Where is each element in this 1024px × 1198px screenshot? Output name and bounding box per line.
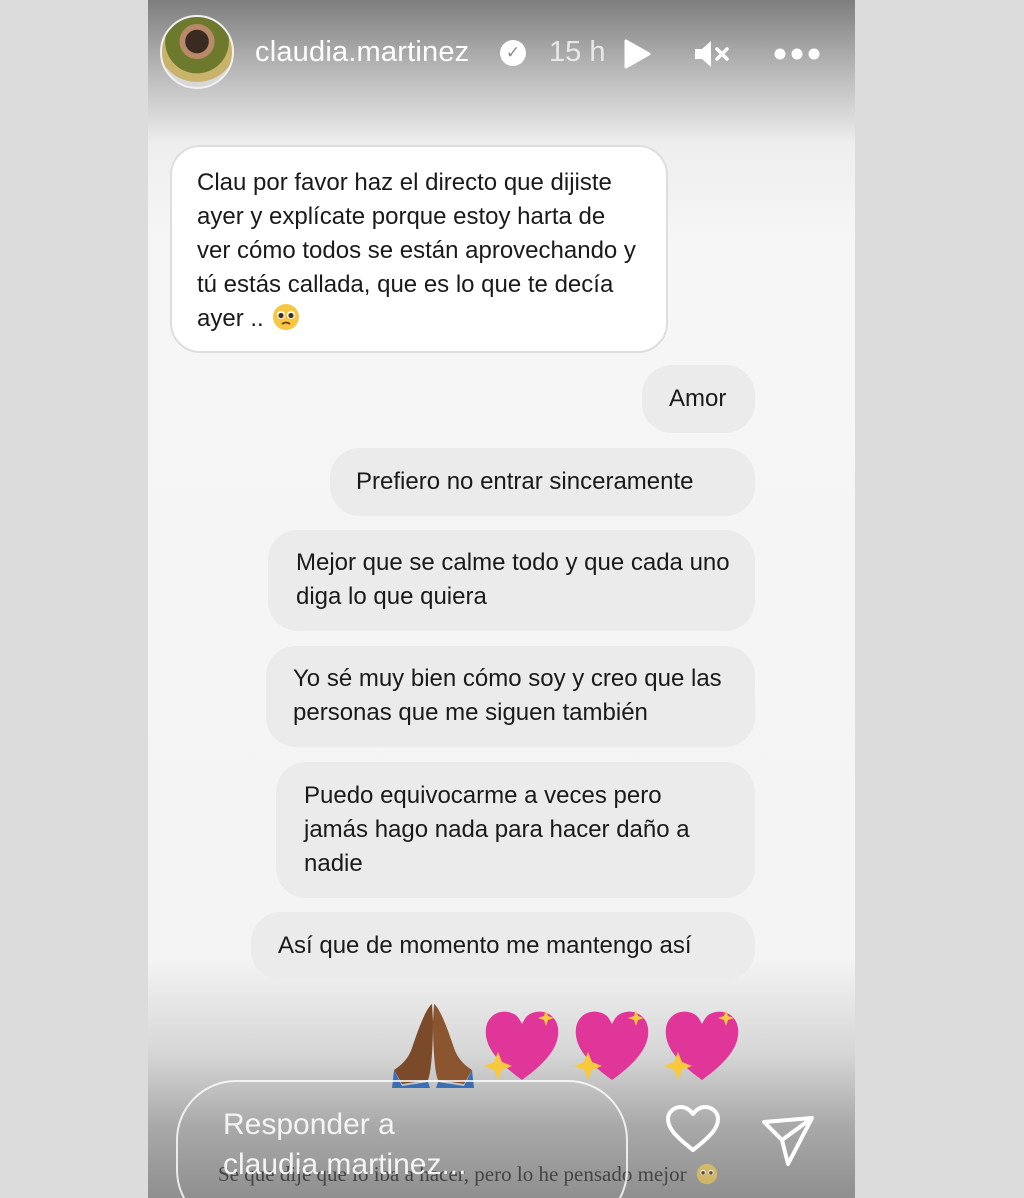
post-time: 15 h: [549, 36, 606, 68]
right-background: [855, 0, 1024, 1198]
avatar[interactable]: [160, 15, 234, 89]
praying-hands-icon: [392, 1004, 474, 1088]
reply-target: claudia.martinez...: [223, 1148, 467, 1181]
message-text: Puedo equivocarme a veces pero jamás hag…: [304, 782, 690, 877]
message-bubble-sent: Puedo equivocarme a veces pero jamás hag…: [276, 762, 755, 898]
message-text: Mejor que se calme todo y que cada uno d…: [296, 549, 730, 610]
story-header: claudia.martinez ✓ 15 h: [148, 0, 855, 100]
left-background: [0, 0, 148, 1198]
username[interactable]: claudia.martinez: [255, 36, 469, 69]
message-bubble-sent: Así que de momento me mantengo así: [251, 912, 755, 980]
message-text: Amor: [669, 385, 727, 412]
message-text: Clau por favor haz el directo que dijist…: [197, 169, 636, 332]
message-text: Prefiero no entrar sinceramente: [356, 468, 694, 495]
message-text: Así que de momento me mantengo así: [278, 932, 692, 959]
reply-label: Responder a: [223, 1108, 395, 1141]
play-icon[interactable]: [622, 38, 652, 70]
pleading-face-icon: [696, 1163, 718, 1185]
emoji-row: [388, 1000, 758, 1088]
sparkling-heart-icon: [574, 1010, 649, 1080]
message-bubble-sent: Mejor que se calme todo y que cada uno d…: [268, 530, 755, 631]
message-bubble-sent: Prefiero no entrar sinceramente: [330, 448, 755, 516]
message-bubble-sent: Yo sé muy bien cómo soy y creo que las p…: [266, 646, 755, 747]
send-icon[interactable]: [760, 1112, 816, 1168]
reply-placeholder[interactable]: Responder a claudia.martinez...: [223, 1105, 623, 1185]
sparkling-heart-icon: [484, 1010, 559, 1080]
sparkling-heart-icon: [664, 1010, 739, 1080]
verified-badge-icon: ✓: [500, 40, 526, 66]
heart-icon[interactable]: [665, 1104, 721, 1154]
mute-icon[interactable]: [693, 38, 731, 70]
message-bubble-sent: Amor: [642, 365, 755, 433]
more-icon[interactable]: [772, 44, 822, 64]
pleading-face-icon: [273, 304, 300, 330]
story-frame[interactable]: claudia.martinez ✓ 15 h Clau por favor h…: [148, 0, 855, 1198]
message-text: Yo sé muy bien cómo soy y creo que las p…: [293, 665, 722, 726]
message-bubble-received: Clau por favor haz el directo que dijist…: [170, 145, 668, 353]
